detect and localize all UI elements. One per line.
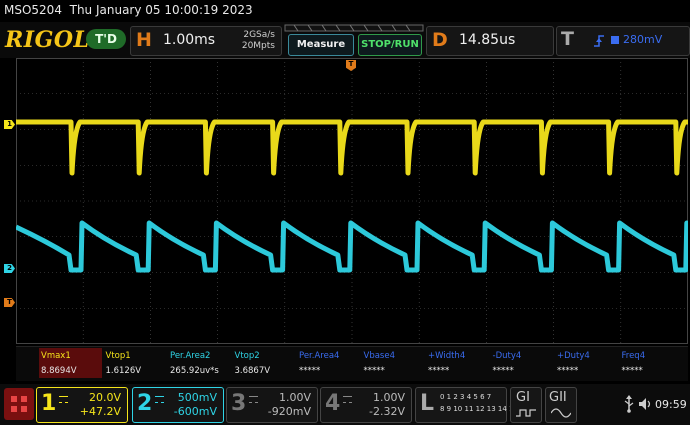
channel-2-number: 2 xyxy=(137,391,153,416)
measurement-value: ***** xyxy=(363,366,385,376)
dc-coupling-icon xyxy=(59,396,68,403)
rising-edge-icon xyxy=(594,35,604,47)
channel-2-scale: 500mV xyxy=(177,391,217,404)
channel-1-scale: 20.0V xyxy=(88,391,121,404)
channel-3-offset: -920mV xyxy=(267,405,311,418)
measurement-label[interactable]: Per.Area2 xyxy=(170,351,210,361)
measurement-label[interactable]: Vmax1 xyxy=(41,351,71,361)
measurement-value: 8.8694V xyxy=(41,366,77,376)
measurement-value: 1.6126V xyxy=(105,366,142,376)
grid-menu-icon xyxy=(11,396,27,412)
generator-2-label: GII xyxy=(549,390,567,405)
measurement-value: ***** xyxy=(621,366,643,376)
generator-1-button[interactable]: GI xyxy=(510,387,542,423)
horizontal-box[interactable]: H 1.00ms 2GSa/s 20Mpts xyxy=(130,26,282,56)
timebase-value: 1.00ms xyxy=(163,32,216,48)
channel-2-box[interactable]: 2 500mV -600mV xyxy=(132,387,224,423)
measurement-label[interactable]: Freq4 xyxy=(622,351,646,361)
channel-1-number: 1 xyxy=(41,391,57,416)
measurement-value: ***** xyxy=(428,366,450,376)
model-name: MSO5204 xyxy=(4,3,62,17)
measurement-value: 3.6867V xyxy=(234,366,271,376)
speaker-icon[interactable] xyxy=(638,397,652,411)
measurement-label[interactable]: Vtop1 xyxy=(106,351,131,361)
rigol-logo: RIGOL xyxy=(5,27,90,53)
dc-coupling-icon xyxy=(249,396,258,403)
sine-wave-icon xyxy=(551,408,571,418)
mode-badge[interactable]: T'D xyxy=(86,29,126,49)
logic-letter: L xyxy=(420,391,435,416)
channel-3-number: 3 xyxy=(231,391,247,416)
measurement-value: ***** xyxy=(492,366,514,376)
measurement-value: 265.92uv*s xyxy=(170,366,219,376)
delay-letter: D xyxy=(432,29,448,51)
generator-1-label: GI xyxy=(516,390,530,405)
waveform-display[interactable] xyxy=(14,58,690,344)
channel-3-box[interactable]: 3 1.00V -920mV xyxy=(226,387,318,423)
usb-icon xyxy=(624,395,634,413)
measurement-label[interactable]: Vbase4 xyxy=(364,351,396,361)
channel-1-box[interactable]: 1 20.0V +47.2V xyxy=(36,387,128,423)
channel-4-offset: -2.32V xyxy=(369,405,405,418)
measurement-label[interactable]: Per.Area4 xyxy=(299,351,339,361)
channel-4-number: 4 xyxy=(325,391,341,416)
channel-3-scale: 1.00V xyxy=(278,391,311,404)
logic-channels-high: 8 9 10 11 12 13 14 15 xyxy=(440,405,518,413)
date-time: Thu January 05 10:00:19 2023 xyxy=(69,3,253,17)
measurement-value: ***** xyxy=(299,366,321,376)
ch1-ground-marker[interactable]: 1 xyxy=(4,120,15,129)
status-bar: MSO5204 Thu January 05 10:00:19 2023 xyxy=(0,0,690,22)
channel-1-offset: +47.2V xyxy=(79,405,121,418)
measurement-list: Vmax1 8.8694V Vtop1 1.6126V Per.Area2 265.92u… xyxy=(16,346,688,380)
trigger-level-marker[interactable]: T xyxy=(4,298,15,307)
dc-coupling-icon xyxy=(155,396,164,403)
generator-2-button[interactable]: GII xyxy=(545,387,577,423)
dc-coupling-icon xyxy=(343,396,352,403)
clock: 09:59 xyxy=(655,398,687,411)
ch2-ground-marker[interactable]: 2 xyxy=(4,264,15,273)
waveform-position-bar xyxy=(284,24,424,32)
memory-depth: 20Mpts xyxy=(241,41,275,51)
status-text: MSO5204 Thu January 05 10:00:19 2023 xyxy=(4,3,253,17)
measurement-value: ***** xyxy=(557,366,579,376)
measurement-label[interactable]: Vtop2 xyxy=(235,351,260,361)
measurement-label[interactable]: -Duty4 xyxy=(493,351,522,361)
ch2-waveform xyxy=(14,220,690,273)
channel-2-offset: -600mV xyxy=(173,405,217,418)
channel-4-box[interactable]: 4 1.00V -2.32V xyxy=(320,387,412,423)
run-stop-button[interactable]: STOP/RUN xyxy=(358,34,422,56)
horizontal-letter: H xyxy=(136,29,152,51)
measure-button[interactable]: Measure xyxy=(288,34,354,56)
delay-box[interactable]: D 14.85us xyxy=(426,26,554,56)
trigger-box[interactable]: T 280mV xyxy=(556,26,690,56)
measurement-label[interactable]: +Width4 xyxy=(428,351,465,361)
delay-value: 14.85us xyxy=(459,32,516,48)
trigger-level: 280mV xyxy=(623,33,663,46)
logic-box[interactable]: L 0 1 2 3 4 5 6 7 8 9 10 11 12 13 14 15 xyxy=(415,387,518,423)
trigger-source-icon xyxy=(611,36,619,44)
logic-channels-low: 0 1 2 3 4 5 6 7 xyxy=(440,393,492,401)
channel-4-scale: 1.00V xyxy=(372,391,405,404)
sample-rate: 2GSa/s xyxy=(243,30,275,40)
pulse-wave-icon xyxy=(516,409,536,417)
measurement-label[interactable]: +Duty4 xyxy=(557,351,590,361)
trigger-letter: T xyxy=(561,28,574,50)
graticule xyxy=(14,58,690,344)
menu-button[interactable] xyxy=(4,388,34,420)
